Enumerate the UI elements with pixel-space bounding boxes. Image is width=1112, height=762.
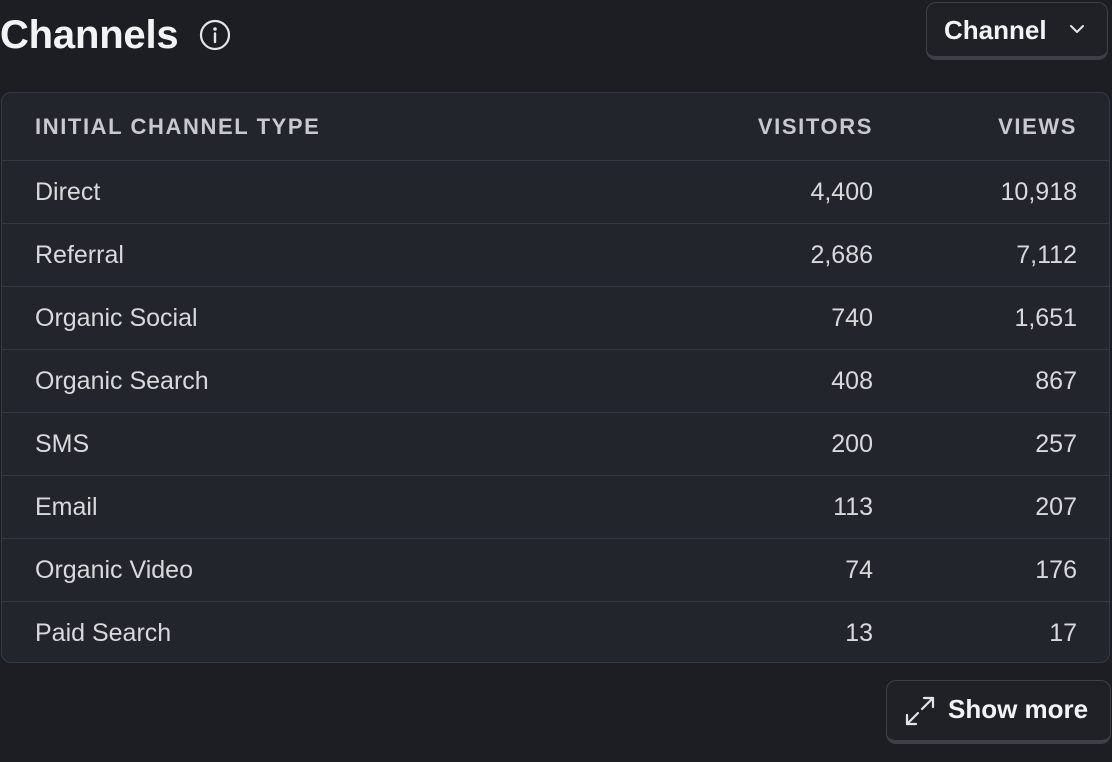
- channel-name-cell: Organic Video: [35, 556, 193, 584]
- table-row[interactable]: Organic Video 74 176: [2, 539, 1109, 602]
- channel-name-cell: Referral: [35, 241, 124, 269]
- dropdown-label: Channel: [944, 15, 1047, 45]
- visitors-cell: 2,686: [810, 241, 873, 269]
- visitors-cell: 200: [831, 430, 873, 458]
- views-cell: 7,112: [1016, 241, 1077, 269]
- views-cell: 10,918: [1000, 178, 1077, 206]
- channel-name-cell: Email: [35, 493, 98, 521]
- channel-name-cell: Paid Search: [35, 619, 172, 647]
- show-more-label: Show more: [948, 694, 1089, 724]
- channel-name-cell: Organic Search: [35, 367, 209, 395]
- channels-table: INITIAL CHANNEL TYPE VISITORS VIEWS Dire…: [1, 92, 1110, 663]
- table-row[interactable]: Direct 4,400 10,918: [2, 161, 1109, 224]
- views-cell: 17: [1049, 619, 1077, 647]
- views-cell: 867: [1035, 367, 1077, 395]
- views-cell: 176: [1035, 556, 1077, 584]
- channel-name-cell: SMS: [35, 430, 90, 458]
- views-cell: 207: [1035, 493, 1077, 521]
- column-header-channel-type[interactable]: INITIAL CHANNEL TYPE: [35, 93, 320, 161]
- visitors-cell: 408: [831, 367, 873, 395]
- table-header-row: INITIAL CHANNEL TYPE VISITORS VIEWS: [2, 93, 1109, 161]
- views-cell: 1,651: [1014, 304, 1077, 332]
- visitors-cell: 4,400: [810, 178, 873, 206]
- visitors-cell: 740: [831, 304, 873, 332]
- channel-dropdown[interactable]: Channel: [926, 2, 1108, 60]
- table-row[interactable]: SMS 200 257: [2, 413, 1109, 476]
- table-row[interactable]: Referral 2,686 7,112: [2, 224, 1109, 287]
- visitors-cell: 113: [833, 493, 873, 521]
- column-header-visitors[interactable]: VISITORS: [758, 93, 873, 161]
- chevron-down-icon: [1070, 25, 1084, 33]
- info-icon[interactable]: [199, 19, 231, 51]
- visitors-cell: 13: [845, 619, 873, 647]
- table-row[interactable]: Organic Search 408 867: [2, 350, 1109, 413]
- header: Channels Channel: [0, 0, 1112, 70]
- table-row[interactable]: Email 113 207: [2, 476, 1109, 539]
- table-row[interactable]: Organic Social 740 1,651: [2, 287, 1109, 350]
- views-cell: 257: [1035, 430, 1077, 458]
- expand-icon: [905, 696, 935, 726]
- table-row[interactable]: Paid Search 13 17: [2, 602, 1109, 662]
- visitors-cell: 74: [845, 556, 873, 584]
- show-more-button[interactable]: Show more: [886, 680, 1111, 744]
- column-header-views[interactable]: VIEWS: [998, 93, 1077, 161]
- page-title: Channels: [0, 13, 179, 57]
- channel-name-cell: Direct: [35, 178, 101, 206]
- channel-name-cell: Organic Social: [35, 304, 198, 332]
